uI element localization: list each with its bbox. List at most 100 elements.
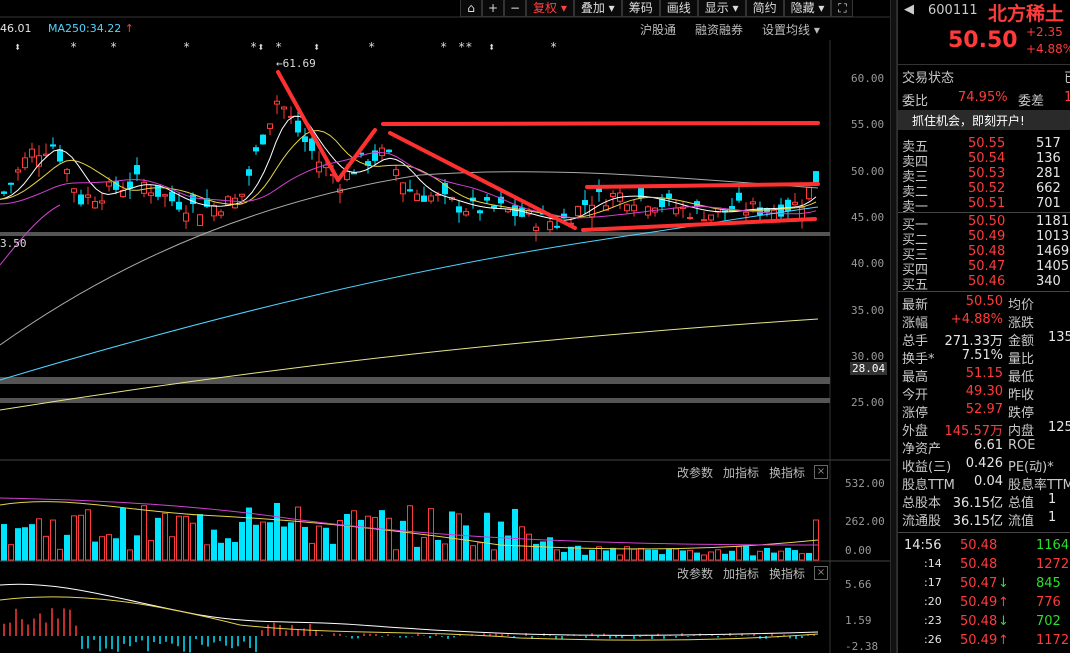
tick-row[interactable]: 14:56 50.48 1164 <box>898 538 1070 556</box>
volume-bar <box>50 519 56 561</box>
volume-bar <box>694 552 700 561</box>
tick-row[interactable]: :14 50.48 1272 <box>898 557 1070 575</box>
chart-area[interactable]: ⌂ + − 复权 ▾ 叠加 ▾ 筹码 画线 显示 ▾ 简约 隐藏 ▾ ⛶ 46.01 MA250:3… <box>0 0 890 653</box>
stats-row: 涨停 52.97 跌停 <box>898 402 1070 421</box>
stat-label: 量比 <box>1008 352 1035 367</box>
tick-time: 14:56 <box>904 538 942 553</box>
candle-body <box>15 169 21 173</box>
candle-body <box>29 148 35 158</box>
event-marker[interactable]: ⬍ <box>488 40 495 54</box>
tick-row[interactable]: :23 50.48 ↓ 702 <box>898 614 1070 632</box>
order-volume: 517 <box>1036 136 1061 151</box>
stat-label: 外盘 <box>902 424 929 439</box>
tick-price: 50.48 <box>960 538 998 553</box>
home-icon[interactable]: ⌂ <box>460 0 482 17</box>
candle-body <box>302 136 308 143</box>
rzrq-link[interactable]: 融资融券 <box>695 21 743 38</box>
stat-value: 1 <box>1048 492 1057 507</box>
vol-switch-indicator-button[interactable]: 换指标 <box>769 464 805 481</box>
stat-label: ROE <box>1008 438 1036 453</box>
simple-button[interactable]: 简约 <box>745 0 784 17</box>
promo-text[interactable]: 抓住机会，即刻开户! <box>912 112 1025 129</box>
event-marker[interactable]: ⬍ <box>14 40 21 54</box>
vol-edit-params-button[interactable]: 改参数 <box>677 464 713 481</box>
fullscreen-icon[interactable]: ⛶ <box>831 0 854 17</box>
vol-add-indicator-button[interactable]: 加指标 <box>723 464 759 481</box>
event-marker[interactable]: * <box>550 40 557 54</box>
up-arrow-icon: ↑ <box>998 595 1009 610</box>
event-marker[interactable]: ⬍ <box>313 40 320 54</box>
macd-close-icon[interactable]: × <box>814 566 828 580</box>
candle-body <box>232 197 238 209</box>
hgt-link[interactable]: 沪股通 <box>640 21 676 38</box>
candle-body <box>771 209 777 221</box>
order-volume: 11818 <box>1036 214 1070 229</box>
event-marker[interactable]: * <box>368 40 375 54</box>
stats-row: 股息TTM 0.04 股息率TTM <box>898 474 1070 493</box>
divider <box>898 532 1070 533</box>
volume-bar <box>323 527 329 561</box>
zoom-in-icon[interactable]: + <box>482 0 504 17</box>
event-marker[interactable]: *⬍ <box>250 40 264 54</box>
display-button[interactable]: 显示 ▾ <box>697 0 746 17</box>
event-marker[interactable]: * <box>275 40 282 54</box>
volume-bar <box>78 514 84 561</box>
event-marker[interactable]: ** <box>458 40 472 54</box>
trade-status-label: 交易状态 <box>902 71 955 86</box>
hide-button[interactable]: 隐藏 ▾ <box>783 0 832 17</box>
volume-bar <box>197 514 203 561</box>
stock-name: 北方稀土 <box>988 3 1065 25</box>
ma5-line <box>0 115 817 221</box>
order-price: 50.46 <box>968 274 1006 289</box>
trend-line <box>581 217 817 232</box>
candle-body <box>477 210 483 214</box>
price-axis-tick: 60.00 <box>851 72 885 85</box>
tick-price: 50.49 <box>960 633 998 648</box>
price-band <box>0 398 830 403</box>
volume-bar <box>36 518 42 561</box>
volume-bar <box>267 522 273 561</box>
volume-bar <box>456 513 462 561</box>
stat-label: 最新 <box>902 298 929 313</box>
volume-bar <box>71 515 77 561</box>
tick-row[interactable]: :26 50.49 ↑ 1172 <box>898 633 1070 651</box>
back-icon[interactable]: ◀ <box>904 2 914 17</box>
stat-value: 49.30 <box>965 384 1003 399</box>
order-book-row: 卖四 50.54 136 <box>898 151 1070 170</box>
weibi-row: 委比 74.95% 委差 1 <box>898 90 1070 109</box>
volume-bar <box>743 545 749 561</box>
ma-up-arrow-icon: ↑ <box>124 22 134 35</box>
event-marker[interactable]: * <box>70 40 77 54</box>
vol-close-icon[interactable]: × <box>814 465 828 479</box>
overlay-button[interactable]: 叠加 ▾ <box>573 0 622 17</box>
volume-bar <box>134 535 140 561</box>
chips-button[interactable]: 筹码 <box>621 0 660 17</box>
adjust-button[interactable]: 复权 ▾ <box>526 0 574 17</box>
draw-line-button[interactable]: 画线 <box>659 0 698 17</box>
candle-body <box>393 169 399 176</box>
tick-row[interactable]: :17 50.47 ↓ 845 <box>898 576 1070 594</box>
event-marker[interactable]: * <box>440 40 447 54</box>
macd-add-indicator-button[interactable]: 加指标 <box>723 565 759 582</box>
volume-bar <box>183 515 189 561</box>
volume-bar <box>561 551 567 561</box>
stat-value: +4.88% <box>950 312 1003 327</box>
promo-banner[interactable]: 抓住机会，即刻开户! <box>898 110 1070 130</box>
stat-label: 内盘 <box>1008 424 1035 439</box>
volume-bar <box>246 507 252 561</box>
panel-splitter[interactable] <box>890 0 897 653</box>
macd-switch-indicator-button[interactable]: 换指标 <box>769 565 805 582</box>
kline-chart[interactable] <box>0 0 890 653</box>
tick-volume: 702 <box>1036 614 1061 629</box>
tick-volume: 1272 <box>1036 557 1070 572</box>
event-marker[interactable]: * <box>183 40 190 54</box>
tick-row[interactable]: :20 50.49 ↑ 776 <box>898 595 1070 613</box>
volume-bar <box>8 544 14 561</box>
macd-edit-params-button[interactable]: 改参数 <box>677 565 713 582</box>
event-marker[interactable]: * <box>110 40 117 54</box>
zoom-out-icon[interactable]: − <box>504 0 526 17</box>
tick-time: :17 <box>924 576 942 589</box>
price-change: +2.35 <box>1026 25 1063 39</box>
stat-value: 125 <box>1048 420 1070 435</box>
ma-settings-link[interactable]: 设置均线 ▾ <box>762 21 820 38</box>
